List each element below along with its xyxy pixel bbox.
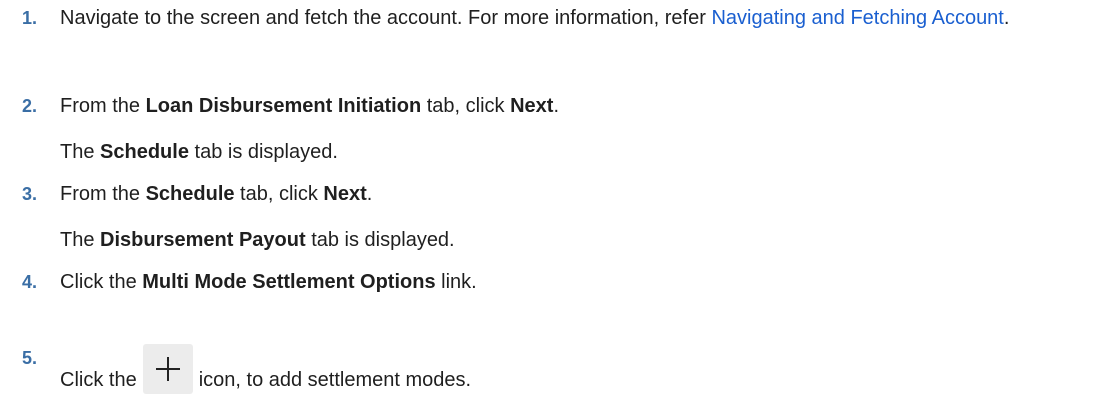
step-text-part: Navigate to the screen and fetch the acc…: [60, 7, 712, 29]
step-text-part: icon, to add settlement modes.: [198, 369, 472, 391]
step-bold-term: Multi Mode Settlement Options: [142, 271, 436, 293]
step-result-note: The Schedule tab is displayed.: [60, 138, 1110, 166]
step-number: 2.: [22, 96, 38, 116]
step-text-part: Click the: [60, 369, 137, 391]
procedure-steps: 1. Navigate to the screen and fetch the …: [0, 0, 1118, 394]
step-number: 3.: [22, 184, 38, 204]
step-number: 4.: [22, 272, 38, 292]
step-result-note: The Disbursement Payout tab is displayed…: [60, 226, 1110, 254]
step-bold-term: Next: [323, 183, 367, 205]
note-bold-term: Disbursement Payout: [100, 229, 306, 251]
step-text-part: .: [1003, 7, 1010, 29]
step-text: From the Schedule tab, click Next.: [60, 180, 1110, 208]
navigating-and-fetching-account-link[interactable]: Navigating and Fetching Account: [711, 7, 1003, 29]
step-text-part: .: [366, 183, 373, 205]
step-text-part: link.: [435, 271, 477, 293]
note-text-part: The: [60, 141, 101, 163]
note-bold-term: Schedule: [100, 141, 189, 163]
step-text: Click the icon, to add settlement modes.: [60, 344, 1110, 394]
step-bold-term: Loan Disbursement Initiation: [145, 95, 422, 117]
step-text-part: From the: [60, 95, 146, 117]
step-text-part: .: [553, 95, 559, 117]
step-text: From the Loan Disbursement Initiation ta…: [60, 92, 1110, 120]
step-text: Click the Multi Mode Settlement Options …: [60, 268, 1110, 296]
note-text-part: tab is displayed.: [305, 229, 455, 251]
step-text-part: From the: [60, 183, 146, 205]
step-number: 5.: [22, 348, 38, 368]
step-text: Navigate to the screen and fetch the acc…: [60, 4, 1110, 32]
plus-icon: [142, 344, 193, 394]
step-bold-term: Next: [510, 95, 554, 117]
step-number: 1.: [22, 8, 38, 28]
note-text-part: The: [60, 229, 101, 251]
step-text-part: tab, click: [234, 183, 324, 205]
step-bold-term: Schedule: [145, 183, 235, 205]
step-text-part: tab, click: [421, 95, 511, 117]
step-text-part: Click the: [60, 271, 143, 293]
note-text-part: tab is displayed.: [188, 141, 338, 163]
